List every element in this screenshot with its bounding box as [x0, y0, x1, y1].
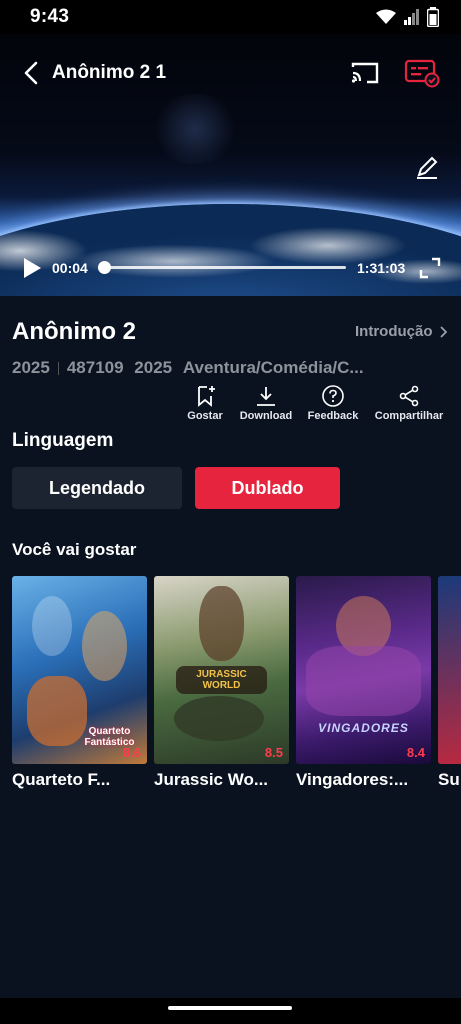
status-icons — [375, 7, 439, 27]
feedback-label: Feedback — [307, 410, 359, 422]
poster-figure — [199, 586, 244, 661]
poster-figure — [32, 596, 72, 656]
meta-year: 2025 — [12, 358, 50, 377]
action-row: Gostar Download Feedback Compartilhar — [180, 384, 461, 432]
meta-genres: Aventura/Comédia/C... — [182, 358, 364, 377]
dubbed-option[interactable]: Dublado — [195, 467, 340, 509]
poster-image: VINGADORES 8.4 — [296, 576, 431, 764]
language-title: Linguagem — [12, 430, 114, 451]
feedback-button[interactable]: Feedback — [298, 384, 368, 422]
chevron-left-icon — [24, 61, 38, 85]
poster-rating: 8.6 — [122, 745, 141, 760]
recommendation-card[interactable]: Su — [438, 576, 461, 790]
like-label: Gostar — [187, 410, 223, 422]
play-button[interactable] — [20, 256, 44, 280]
chevron-right-icon — [439, 325, 447, 338]
play-icon — [24, 258, 41, 278]
back-button[interactable] — [18, 60, 44, 86]
download-label: Download — [239, 410, 293, 422]
card-title: Vingadores:... — [296, 770, 409, 789]
home-indicator[interactable] — [168, 1006, 292, 1010]
subtitle-settings-button[interactable] — [404, 58, 440, 88]
poster-figure — [174, 696, 264, 741]
intro-label: Introdução — [355, 323, 433, 340]
recommendations-row[interactable]: Quarteto Fantástico 8.6 Quarteto F... JU… — [0, 576, 461, 806]
recommendation-card[interactable]: JURASSIC WORLD 8.5 Jurassic Wo... — [154, 576, 289, 790]
current-time: 00:04 — [52, 260, 88, 276]
poster-image: Quarteto Fantástico 8.6 — [12, 576, 147, 764]
navigation-bar — [0, 998, 461, 1024]
cast-button[interactable] — [350, 60, 380, 86]
signal-icon — [404, 9, 419, 25]
meta-divider — [57, 362, 59, 376]
card-title: Su — [438, 770, 460, 789]
poster-image: JURASSIC WORLD 8.5 — [154, 576, 289, 764]
meta-year-2: 2025 — [134, 358, 173, 377]
wifi-icon — [376, 9, 396, 24]
question-icon — [322, 385, 344, 407]
edit-button[interactable] — [414, 154, 440, 180]
poster-rating: 8.4 — [406, 745, 425, 760]
fullscreen-button[interactable] — [418, 256, 442, 280]
poster-figure — [306, 646, 421, 716]
subtitled-option[interactable]: Legendado — [12, 467, 182, 509]
poster-rating: 8.5 — [264, 745, 283, 760]
share-label: Compartilhar — [374, 410, 444, 422]
card-title: Quarteto F... — [12, 770, 111, 789]
poster-logo: VINGADORES — [318, 721, 409, 735]
content-meta: 2025 487109 2025 Aventura/Comédia/C... — [12, 358, 452, 378]
status-time: 9:43 — [30, 6, 70, 27]
download-button[interactable]: Download — [231, 384, 301, 422]
fullscreen-icon — [419, 257, 441, 279]
seek-bar[interactable] — [97, 261, 346, 274]
player-top-bar: Anônimo 2 1 — [0, 56, 461, 90]
recommendation-card[interactable]: Quarteto Fantástico 8.6 Quarteto F... — [12, 576, 147, 790]
video-frame-glow — [150, 94, 240, 164]
download-icon — [257, 387, 275, 406]
player-controls: 00:04 1:31:03 — [0, 256, 461, 280]
meta-views: 487109 — [66, 358, 124, 377]
battery-icon — [427, 7, 439, 27]
like-button[interactable]: Gostar — [170, 384, 240, 422]
status-bar: 9:43 — [0, 0, 461, 34]
total-time: 1:31:03 — [357, 260, 406, 276]
poster-figure — [82, 611, 127, 681]
pencil-icon — [417, 156, 438, 179]
share-button[interactable]: Compartilhar — [374, 384, 444, 422]
video-frame-earth — [0, 204, 461, 296]
cast-icon — [351, 62, 379, 84]
recommendations-title: Você vai gostar — [12, 540, 137, 559]
poster-logo: JURASSIC WORLD — [176, 666, 267, 694]
seek-bar-handle[interactable] — [97, 261, 111, 274]
details-panel: Anônimo 2 Introdução 2025 487109 2025 Ave… — [0, 296, 461, 998]
recommendation-card[interactable]: VINGADORES 8.4 Vingadores:... — [296, 576, 431, 790]
share-icon — [399, 385, 419, 407]
subtitle-icon — [404, 59, 440, 88]
poster-image — [438, 576, 461, 764]
intro-link[interactable]: Introdução — [355, 323, 447, 340]
bookmark-add-icon — [198, 386, 215, 407]
content-title: Anônimo 2 — [12, 318, 136, 345]
video-player[interactable]: Anônimo 2 1 00:04 1:31:03 — [0, 34, 461, 296]
card-title: Jurassic Wo... — [154, 770, 269, 789]
player-title: Anônimo 2 1 — [52, 62, 167, 83]
